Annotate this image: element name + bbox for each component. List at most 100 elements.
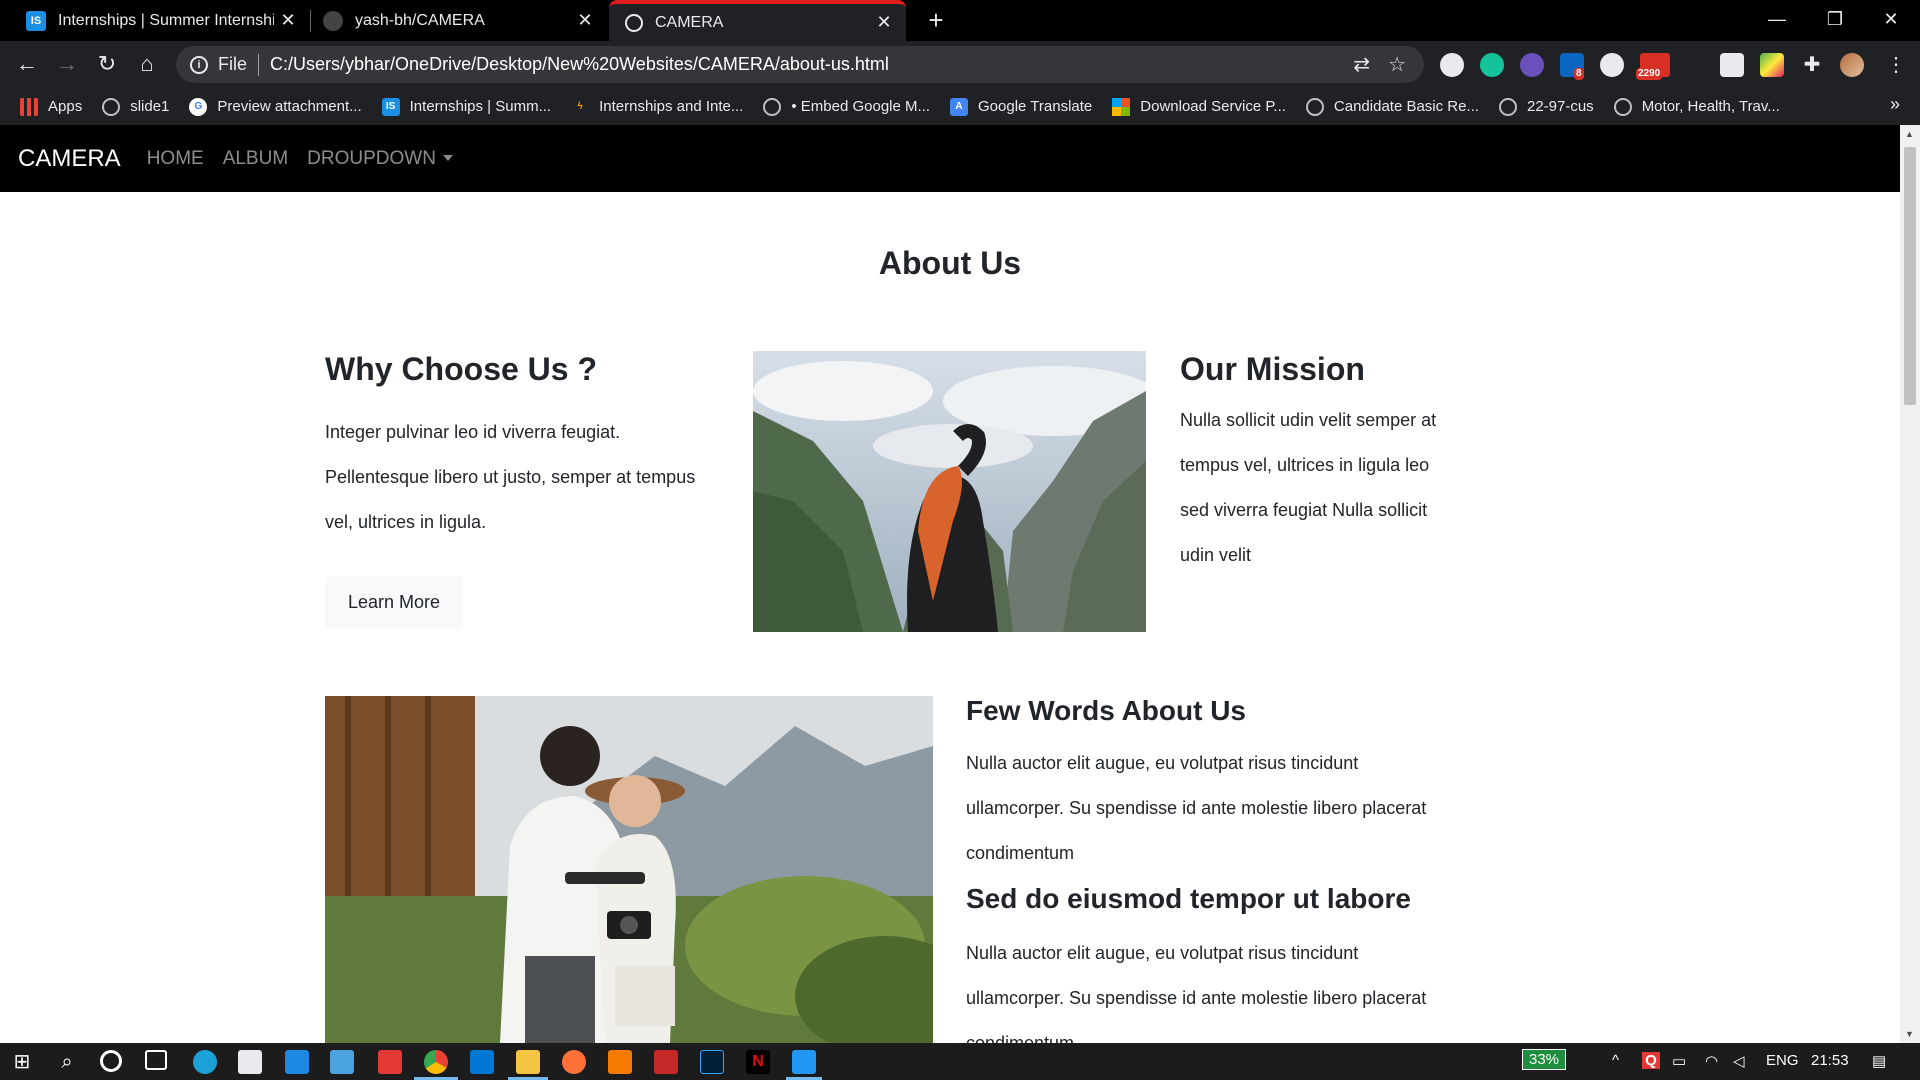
extension-speed-icon[interactable] — [1600, 53, 1624, 77]
chrome-icon[interactable] — [424, 1050, 448, 1074]
forward-button[interactable]: → — [53, 50, 81, 78]
nav-album[interactable]: ALBUM — [223, 148, 288, 170]
file-explorer-icon[interactable] — [516, 1050, 540, 1074]
tab-internshala[interactable]: IS Internships | Summer Internship ✕ — [0, 0, 310, 41]
mission-line: Nulla sollicit udin velit semper at — [1180, 410, 1437, 430]
bookmark-slide1[interactable]: slide1 — [102, 97, 169, 116]
restore-button[interactable]: ❐ — [1806, 0, 1864, 41]
battery-percentage[interactable]: 33% — [1522, 1049, 1567, 1070]
mission-line: tempus vel, ultrices in ligula leo — [1180, 455, 1430, 475]
minimize-button[interactable]: — — [1748, 0, 1806, 41]
few-words-text: Nulla auctor elit augue, eu volutpat ris… — [966, 741, 1466, 876]
app-red-icon[interactable] — [378, 1050, 402, 1074]
mission-line: udin velit — [1180, 545, 1252, 565]
page-title: About Us — [878, 245, 1022, 281]
color-extension-icon[interactable] — [1760, 53, 1784, 77]
new-tab-button[interactable]: + — [922, 6, 950, 34]
app-icon[interactable] — [330, 1050, 354, 1074]
scrollbar-thumb[interactable] — [1904, 147, 1916, 405]
info-icon[interactable]: i — [190, 55, 208, 74]
menu-kebab-icon[interactable]: ⋮ — [1884, 53, 1908, 77]
extension-circle-icon[interactable] — [1440, 53, 1464, 77]
bookmark-star-icon[interactable]: ☆ — [1388, 52, 1406, 77]
quick-heal-icon[interactable]: Q — [1642, 1052, 1660, 1069]
page-scrollbar[interactable]: ▲ ▼ — [1900, 125, 1920, 1043]
bookmark-embed-google-maps[interactable]: • Embed Google M... — [763, 97, 930, 116]
github-icon — [323, 10, 343, 31]
show-hidden-icons-icon[interactable]: ^ — [1612, 1052, 1619, 1069]
bookmark-download-service[interactable]: Download Service P... — [1112, 97, 1286, 116]
mail-app-icon[interactable] — [285, 1050, 309, 1074]
photoshop-icon[interactable] — [700, 1050, 724, 1074]
action-center-icon[interactable]: ▤ — [1872, 1052, 1886, 1070]
internshala-icon: IS — [381, 97, 400, 116]
firefox-icon[interactable] — [562, 1050, 586, 1074]
translate-icon[interactable]: ⇄ — [1353, 52, 1370, 77]
bookmark-preview-attachment[interactable]: G Preview attachment... — [189, 97, 362, 116]
bookmarks-overflow-icon[interactable]: » — [1890, 94, 1900, 115]
edge-icon[interactable] — [193, 1050, 217, 1074]
windows-start-icon[interactable]: ⊞ — [10, 1050, 34, 1074]
close-tab-icon[interactable]: ✕ — [571, 10, 599, 31]
bookmark-internships-and-inte[interactable]: ϟ Internships and Inte... — [571, 98, 743, 116]
bookmark-apps[interactable]: Apps — [20, 97, 82, 116]
internshala-icon: IS — [26, 10, 46, 31]
url-scheme: File — [218, 54, 248, 74]
microsoft-icon — [1112, 97, 1131, 116]
few-words-line: Nulla auctor elit augue, eu volutpat ris… — [966, 753, 1359, 773]
tab-camera-active[interactable]: CAMERA ✕ — [609, 0, 906, 41]
cortana-icon[interactable] — [100, 1050, 122, 1072]
why-choose-text: Integer pulvinar leo id viverra feugiat.… — [325, 410, 725, 545]
home-button[interactable]: ⌂ — [133, 50, 161, 78]
scroll-down-icon[interactable]: ▼ — [1905, 1029, 1914, 1039]
bookmark-google-translate[interactable]: A Google Translate — [950, 97, 1092, 116]
mountain-hiker-photo — [753, 351, 1146, 632]
extensions-puzzle-icon[interactable]: ✚ — [1800, 53, 1824, 77]
bookmark-candidate-basic[interactable]: Candidate Basic Re... — [1305, 97, 1479, 116]
task-view-icon[interactable] — [145, 1050, 167, 1070]
search-icon[interactable]: ⌕ — [55, 1050, 79, 1074]
scroll-up-icon[interactable]: ▲ — [1905, 129, 1914, 139]
photos-icon[interactable] — [792, 1050, 816, 1074]
nav-home[interactable]: HOME — [147, 148, 204, 170]
url-text[interactable]: C:/Users/ybhar/OneDrive/Desktop/New%20We… — [270, 54, 1353, 75]
mission-heading: Our Mission — [1180, 351, 1365, 387]
close-tab-icon[interactable]: ✕ — [870, 12, 898, 33]
tab-strip: IS Internships | Summer Internship ✕ yas… — [0, 0, 1920, 41]
input-language[interactable]: ENG — [1766, 1052, 1799, 1069]
bookmark-internships-summer[interactable]: IS Internships | Summ... — [381, 97, 551, 116]
tab-github[interactable]: yash-bh/CAMERA ✕ — [311, 0, 607, 41]
bookmark-22-97-cus[interactable]: 22-97-cus — [1498, 97, 1594, 116]
sed-do-text: Nulla auctor elit augue, eu volutpat ris… — [966, 931, 1466, 1043]
globe-icon — [102, 97, 121, 116]
profile-avatar[interactable] — [1840, 53, 1864, 77]
vscode-icon[interactable] — [470, 1050, 494, 1074]
filezilla-icon[interactable] — [654, 1050, 678, 1074]
wifi-icon[interactable]: ◠ — [1705, 1052, 1718, 1070]
clock-time[interactable]: 21:53 — [1811, 1052, 1849, 1069]
globe-icon — [763, 97, 782, 116]
close-tab-icon[interactable]: ✕ — [274, 10, 302, 31]
volume-icon[interactable]: ◁ — [1733, 1052, 1745, 1070]
sed-do-line: ullamcorper. Su spendisse id ante molest… — [966, 988, 1427, 1008]
close-window-button[interactable]: ✕ — [1862, 0, 1920, 41]
nav-dropdown[interactable]: DROUPDOWN — [307, 148, 453, 170]
sublime-icon[interactable] — [608, 1050, 632, 1074]
learn-more-button[interactable]: Learn More — [325, 576, 463, 628]
mission-line: sed viverra feugiat Nulla sollicit — [1180, 500, 1428, 520]
site-navbar: CAMERA HOME ALBUM DROUPDOWN — [0, 125, 1900, 192]
bookmark-motor-health[interactable]: Motor, Health, Trav... — [1613, 97, 1780, 116]
globe-icon — [1305, 97, 1324, 116]
back-button[interactable]: ← — [13, 50, 41, 78]
address-bar[interactable]: i File C:/Users/ybhar/OneDrive/Desktop/N… — [176, 46, 1424, 83]
battery-icon[interactable]: ▭ — [1672, 1052, 1686, 1070]
store-icon[interactable] — [238, 1050, 262, 1074]
extension-owl-icon[interactable] — [1520, 53, 1544, 77]
site-brand[interactable]: CAMERA — [18, 145, 121, 173]
few-words-heading: Few Words About Us — [966, 695, 1246, 726]
camera-extension-icon[interactable] — [1720, 53, 1744, 77]
reload-button[interactable]: ↻ — [93, 50, 121, 78]
grammarly-icon[interactable] — [1480, 53, 1504, 77]
netflix-icon[interactable]: N — [746, 1050, 770, 1074]
why-choose-heading: Why Choose Us ? — [325, 351, 598, 387]
